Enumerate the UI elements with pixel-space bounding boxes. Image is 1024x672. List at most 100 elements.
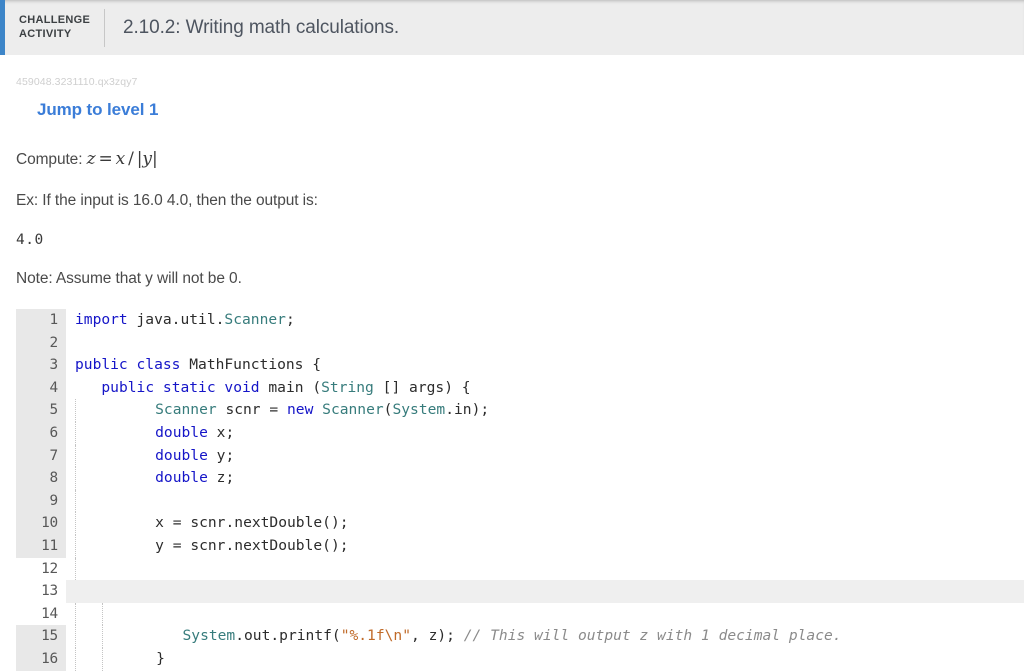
example-instruction: Ex: If the input is 16.0 4.0, then the o… — [16, 192, 318, 209]
code-line[interactable]: 13 — [16, 580, 1024, 603]
formula-abs-close: | — [151, 149, 158, 169]
code-line[interactable]: 6 double x; — [16, 421, 1024, 445]
code-line-content[interactable]: double x; — [66, 421, 1024, 445]
line-number: 4 — [16, 376, 66, 400]
code-line[interactable]: 1 import java.util.Scanner; — [16, 309, 1024, 332]
code-line[interactable]: 2 — [16, 331, 1024, 355]
code-punctuation — [129, 514, 138, 531]
code-line[interactable]: 15 System.out.printf("%.1f\n", z); // Th… — [16, 625, 1024, 648]
indent-guide — [102, 602, 129, 626]
indent-guide — [75, 444, 102, 468]
code-line[interactable]: 11 y = scnr.nextDouble(); — [16, 534, 1024, 558]
line-number: 13 — [16, 580, 66, 603]
code-punctuation: { — [312, 356, 322, 374]
code-punctuation: ; — [225, 423, 235, 441]
code-punctuation — [111, 514, 120, 531]
code-identifier: y — [155, 536, 164, 554]
code-punctuation — [208, 424, 217, 441]
code-line[interactable]: 4 public static void main (String [] arg… — [16, 376, 1024, 400]
code-punctuation — [129, 447, 138, 464]
code-line-content[interactable]: public class MathFunctions { — [66, 354, 1024, 377]
code-punctuation — [120, 401, 129, 418]
code-punctuation — [111, 447, 120, 464]
code-punctuation — [174, 627, 183, 644]
jump-to-level-link[interactable]: Jump to level 1 — [37, 100, 1008, 120]
code-keyword: void — [224, 378, 260, 396]
indent-guide — [75, 399, 102, 422]
code-punctuation — [111, 537, 120, 554]
code-punctuation: ; — [225, 446, 235, 464]
code-identifier: out — [244, 627, 271, 645]
code-punctuation — [129, 469, 138, 486]
code-punctuation — [147, 650, 156, 667]
code-line-content[interactable] — [66, 602, 1024, 626]
code-punctuation: ( — [312, 378, 322, 396]
formula-numerator: x — [115, 149, 126, 169]
code-punctuation — [111, 424, 120, 441]
code-line[interactable]: 5 Scanner scnr = new Scanner(System.in); — [16, 399, 1024, 422]
code-line[interactable]: 14 — [16, 602, 1024, 626]
code-punctuation — [120, 424, 129, 441]
code-line-content[interactable] — [66, 557, 1024, 581]
code-type: Scanner — [322, 401, 384, 419]
code-line[interactable]: 9 — [16, 489, 1024, 513]
badge-line-1: CHALLENGE — [19, 14, 91, 26]
code-line[interactable]: 8 double z; — [16, 467, 1024, 490]
code-punctuation — [303, 356, 312, 373]
code-line[interactable]: 3 public class MathFunctions { — [16, 354, 1024, 377]
code-line-content[interactable]: double z; — [66, 467, 1024, 490]
code-editor[interactable]: 1 import java.util.Scanner; 2 3 public clas… — [16, 309, 1024, 671]
code-keyword: double — [155, 446, 208, 464]
code-keyword: public — [75, 356, 128, 374]
code-punctuation — [111, 469, 120, 486]
code-punctuation — [146, 401, 155, 418]
code-line-content[interactable]: import java.util.Scanner; — [66, 309, 1024, 332]
code-line[interactable]: 7 double y; — [16, 444, 1024, 468]
code-identifier: printf — [279, 627, 332, 645]
compute-prefix: Compute: — [16, 151, 83, 168]
code-line-content[interactable]: Scanner scnr = new Scanner(System.in); — [66, 399, 1024, 422]
code-line[interactable]: 10 x = scnr.nextDouble(); — [16, 512, 1024, 535]
line-number: 11 — [16, 534, 66, 558]
code-punctuation — [453, 379, 462, 396]
code-line-content[interactable]: } — [66, 647, 1024, 671]
code-identifier: nextDouble — [234, 536, 323, 554]
challenge-id: 459048.3231110.qx3zqy7 — [16, 76, 138, 88]
page-title: 2.10.2: Writing math calculations. — [123, 16, 400, 38]
code-punctuation — [129, 401, 138, 418]
code-identifier: java — [136, 311, 172, 328]
code-type: String — [321, 378, 374, 396]
indent-guide — [75, 534, 102, 558]
code-identifier: x — [155, 514, 164, 532]
code-punctuation: ; — [225, 469, 235, 487]
indent-guide — [75, 602, 102, 626]
code-punctuation: ) — [330, 514, 340, 532]
code-line-content[interactable] — [66, 489, 1024, 513]
code-punctuation: . — [235, 627, 245, 645]
formula-expression: z = x / |y| — [87, 149, 158, 169]
compute-instruction: Compute: z = x / |y| — [16, 120, 1008, 169]
code-line-content[interactable] — [66, 580, 1024, 603]
indent-guide — [102, 647, 129, 671]
code-line-content[interactable]: public static void main (String [] args)… — [66, 377, 1024, 400]
code-line-content[interactable]: y = scnr.nextDouble(); — [66, 534, 1024, 558]
code-string: "%.1f\n" — [340, 627, 411, 645]
code-punctuation — [102, 401, 111, 418]
code-keyword: public — [101, 378, 155, 396]
code-punctuation: . — [445, 401, 454, 419]
code-line-content[interactable]: System.out.printf("%.1f\n", z); // This … — [66, 625, 1024, 648]
code-punctuation: } — [156, 649, 165, 667]
code-line-content[interactable]: x = scnr.nextDouble(); — [66, 512, 1024, 535]
code-line[interactable]: 12 — [16, 557, 1024, 581]
code-punctuation — [208, 447, 217, 464]
line-number: 12 — [16, 557, 66, 581]
code-punctuation — [130, 627, 139, 644]
code-line[interactable]: 16 } — [16, 647, 1024, 671]
code-line-content[interactable] — [66, 332, 1024, 355]
line-number: 8 — [16, 467, 66, 490]
code-line-content[interactable]: double y; — [66, 444, 1024, 468]
code-punctuation — [130, 650, 139, 667]
code-punctuation: . — [270, 627, 280, 645]
challenge-activity-badge: CHALLENGE ACTIVITY — [0, 14, 104, 41]
code-punctuation — [146, 447, 155, 464]
